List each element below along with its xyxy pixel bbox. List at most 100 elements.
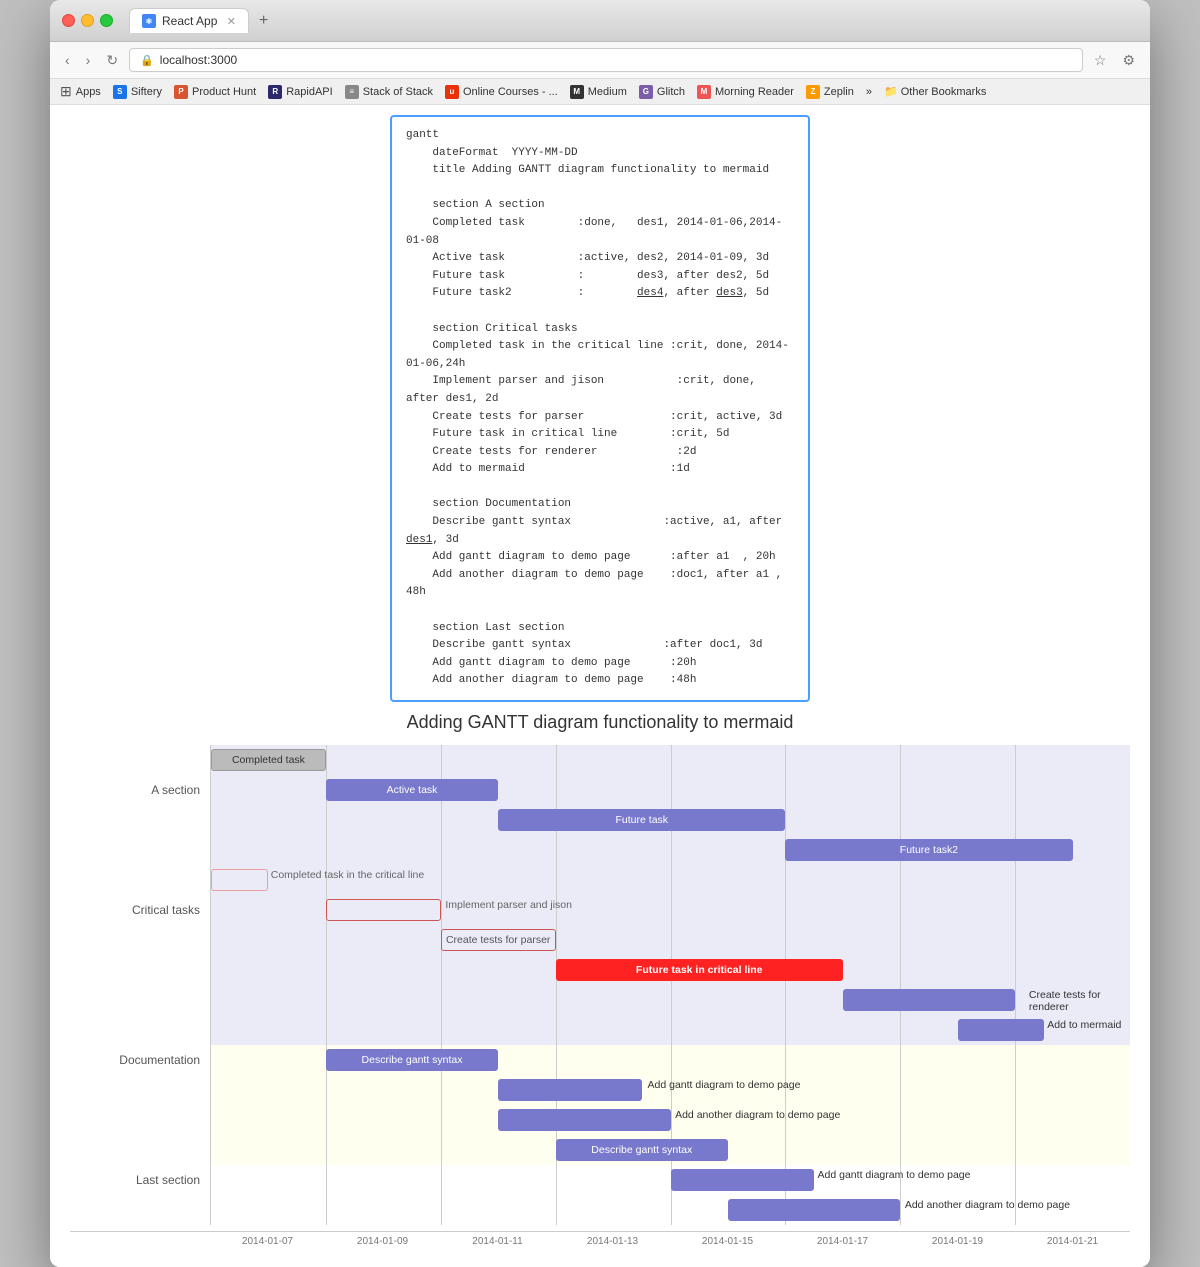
bookmark-onlinecourses[interactable]: u Online Courses - ...: [445, 85, 558, 99]
medium-icon: M: [570, 85, 584, 99]
tab-close-icon[interactable]: ✕: [227, 15, 236, 28]
task-label-renderer: Create tests for renderer: [1029, 989, 1130, 1013]
traffic-lights: [62, 14, 113, 27]
row-label-doc: Documentation: [70, 1045, 210, 1075]
gantt-chart: .gantt-main { width: 100%; position: rel…: [50, 745, 1150, 1267]
task-bar-doc-add: [498, 1079, 642, 1101]
task-bar-futuretask: Future task: [498, 809, 785, 831]
bookmarks-bar: ⊞ Apps S Siftery P Product Hunt R RapidA…: [50, 79, 1150, 105]
row-bars-crit3: Create tests for parser: [210, 925, 1130, 955]
bookmark-siftery[interactable]: S Siftery: [113, 85, 162, 99]
stackofstack-icon: ≡: [345, 85, 359, 99]
editor-line: Implement parser and jison :crit, done, …: [406, 373, 794, 408]
row-label-crittasks: [70, 865, 210, 895]
task-bar-crit-done1: [211, 869, 268, 891]
task-bar-completed: Completed task: [211, 749, 326, 771]
row-bars-doc1: Describe gantt syntax: [210, 1045, 1130, 1075]
editor-line: Future task in critical line :crit, 5d: [406, 426, 794, 444]
page-content: gantt dateFormat YYYY-MM-DD title Adding…: [50, 105, 1150, 1267]
gantt-row-crit5: Create tests for renderer: [70, 985, 1130, 1015]
bookmark-morningreader[interactable]: M Morning Reader: [697, 85, 794, 99]
minimize-button[interactable]: [81, 14, 94, 27]
code-editor[interactable]: gantt dateFormat YYYY-MM-DD title Adding…: [390, 115, 810, 702]
bookmark-rapidapi-label: RapidAPI: [286, 86, 332, 98]
bookmark-other[interactable]: 📁 Other Bookmarks: [884, 85, 986, 98]
row-bars-future2: Future task2: [210, 835, 1130, 865]
tl-1: 2014-01-07: [210, 1232, 325, 1247]
editor-line: Describe gantt syntax :active, a1, after…: [406, 514, 794, 549]
task-bar-mermaid: [958, 1019, 1044, 1041]
nav-bar: ‹ › ↻ 🔒 localhost:3000 ☆ ⚙: [50, 42, 1150, 79]
close-button[interactable]: [62, 14, 75, 27]
row-label-doc4: [70, 1135, 210, 1165]
task-bar-critical: Future task in critical line: [556, 959, 843, 981]
bookmark-apps[interactable]: ⊞ Apps: [60, 83, 101, 100]
bookmark-producthunt[interactable]: P Product Hunt: [174, 85, 256, 99]
maximize-button[interactable]: [100, 14, 113, 27]
tl-3: 2014-01-11: [440, 1232, 555, 1247]
other-bookmarks-label: 📁 Other Bookmarks: [884, 85, 986, 98]
row-bars-future: Future task: [210, 805, 1130, 835]
url-text: localhost:3000: [160, 53, 237, 67]
back-button[interactable]: ‹: [60, 49, 75, 71]
row-bars-crit4: Future task in critical line: [210, 955, 1130, 985]
editor-line: Future task2 : des4, after des3, 5d: [406, 285, 794, 303]
bookmark-glitch[interactable]: G Glitch: [639, 85, 685, 99]
timeline-row: 2014-01-07 2014-01-09 2014-01-11 2014-01…: [70, 1231, 1130, 1247]
bookmark-zeplin-label: Zeplin: [824, 86, 854, 98]
producthunt-icon: P: [174, 85, 188, 99]
bookmark-apps-label: Apps: [76, 86, 101, 98]
task-label-mermaid: Add to mermaid: [1047, 1019, 1121, 1031]
gantt-row-crit4: Future task in critical line: [70, 955, 1130, 985]
row-bars-crit1: Completed task in the critical line: [210, 865, 1130, 895]
task-label-last-another: Add another diagram to demo page: [905, 1199, 1070, 1211]
url-bar[interactable]: 🔒 localhost:3000: [129, 48, 1083, 72]
task-bar-crit-done2: [326, 899, 441, 921]
forward-button[interactable]: ›: [81, 49, 96, 71]
onlinecourses-icon: u: [445, 85, 459, 99]
morningreader-icon: M: [697, 85, 711, 99]
extensions-icon[interactable]: ⚙: [1117, 49, 1140, 72]
editor-line: section Last section: [406, 620, 794, 638]
tl-7: 2014-01-19: [900, 1232, 1015, 1247]
row-bars-doc4: Describe gantt syntax: [210, 1135, 1130, 1165]
row-label-empty2: [70, 805, 210, 835]
tl-5: 2014-01-15: [670, 1232, 785, 1247]
row-label-last: Last section: [70, 1165, 210, 1195]
row-label-crittasks2: Critical tasks: [70, 895, 210, 925]
rapidapi-icon: R: [268, 85, 282, 99]
row-label-empty: [70, 745, 210, 775]
gantt-row-last1: Last section Add gantt diagram to demo p…: [70, 1165, 1130, 1195]
glitch-icon: G: [639, 85, 653, 99]
new-tab-button[interactable]: +: [253, 10, 274, 32]
refresh-button[interactable]: ↻: [101, 49, 123, 72]
editor-line: Add gantt diagram to demo page :20h: [406, 655, 794, 673]
gantt-row-asection: A section Active task: [70, 775, 1130, 805]
bookmark-stackofstack-label: Stack of Stack: [363, 86, 433, 98]
row-bars-crit6: Add to mermaid: [210, 1015, 1130, 1045]
lock-icon: 🔒: [140, 54, 154, 67]
bookmark-more[interactable]: »: [866, 86, 872, 98]
gantt-row-completed-header: Completed task: [70, 745, 1130, 775]
bookmark-zeplin[interactable]: Z Zeplin: [806, 85, 854, 99]
gantt-row-futuretask2: Future task2: [70, 835, 1130, 865]
tab-bar: ⚛ React App ✕ +: [129, 8, 1138, 33]
siftery-icon: S: [113, 85, 127, 99]
timeline-labels: 2014-01-07 2014-01-09 2014-01-11 2014-01…: [210, 1232, 1130, 1247]
task-bar-doc-syntax2: Describe gantt syntax: [556, 1139, 728, 1161]
bookmark-morningreader-label: Morning Reader: [715, 86, 794, 98]
gantt-row-crit6: Add to mermaid: [70, 1015, 1130, 1045]
bookmark-medium[interactable]: M Medium: [570, 85, 627, 99]
editor-line: Future task : des3, after des2, 5d: [406, 268, 794, 286]
bookmark-producthunt-label: Product Hunt: [192, 86, 256, 98]
row-label-doc3: [70, 1105, 210, 1135]
bookmark-rapidapi[interactable]: R RapidAPI: [268, 85, 332, 99]
row-bars-crit5: Create tests for renderer: [210, 985, 1130, 1015]
bookmark-stackofstack[interactable]: ≡ Stack of Stack: [345, 85, 433, 99]
bookmark-medium-label: Medium: [588, 86, 627, 98]
gantt-row-doc4: Describe gantt syntax: [70, 1135, 1130, 1165]
active-tab[interactable]: ⚛ React App ✕: [129, 8, 249, 33]
editor-line: Add another diagram to demo page :doc1, …: [406, 567, 794, 602]
bookmark-icon[interactable]: ☆: [1089, 49, 1112, 72]
more-bookmarks-label: »: [866, 86, 872, 98]
